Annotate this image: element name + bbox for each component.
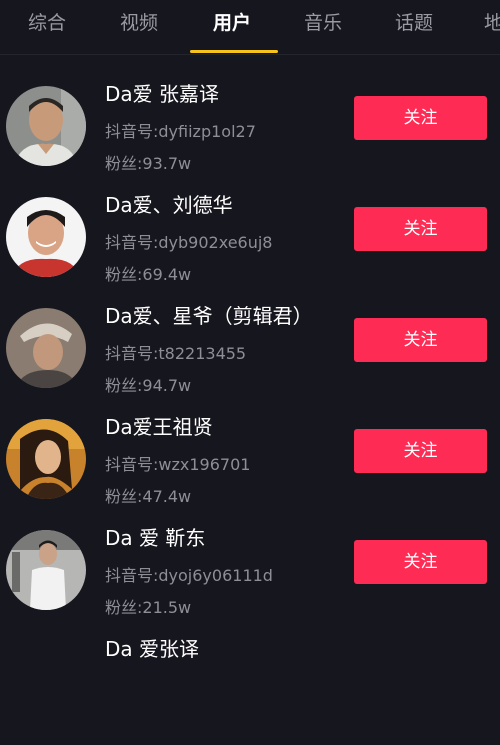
- user-list-item[interactable]: Da爱 张嘉译 抖音号:dyfiizp1ol27 粉丝:93.7w 关注: [0, 78, 500, 190]
- follow-button[interactable]: 关注: [354, 540, 487, 584]
- fan-count: 粉丝:21.5w: [105, 598, 192, 617]
- fan-count: 粉丝:94.7w: [105, 376, 192, 395]
- tab-music[interactable]: 音乐: [304, 8, 342, 35]
- tab-video[interactable]: 视频: [120, 8, 158, 35]
- fan-count: 粉丝:69.4w: [105, 265, 192, 284]
- fan-count: 粉丝:93.7w: [105, 154, 192, 173]
- user-list-item[interactable]: Da爱王祖贤 抖音号:wzx196701 粉丝:47.4w 关注: [0, 411, 500, 523]
- follow-button[interactable]: 关注: [354, 207, 487, 251]
- fan-count: 粉丝:47.4w: [105, 487, 192, 506]
- user-list-item[interactable]: Da爱、星爷（剪辑君） 抖音号:t82213455 粉丝:94.7w 关注: [0, 300, 500, 412]
- user-list-item[interactable]: Da 爱 靳东 抖音号:dyoj6y06111d 粉丝:21.5w 关注: [0, 522, 500, 634]
- user-list-item[interactable]: Da爱、刘德华 抖音号:dyb902xe6uj8 粉丝:69.4w 关注: [0, 189, 500, 301]
- douyin-id: 抖音号:dyfiizp1ol27: [105, 122, 256, 141]
- douyin-id: 抖音号:dyb902xe6uj8: [105, 233, 273, 252]
- tab-user[interactable]: 用户: [213, 8, 251, 35]
- follow-button[interactable]: 关注: [354, 429, 487, 473]
- user-name[interactable]: Da 爱 靳东: [105, 522, 205, 551]
- user-avatar[interactable]: [6, 197, 86, 277]
- tab-topic[interactable]: 话题: [395, 8, 433, 35]
- follow-button[interactable]: 关注: [354, 96, 487, 140]
- user-avatar[interactable]: [6, 86, 86, 166]
- douyin-id: 抖音号:dyoj6y06111d: [105, 566, 273, 585]
- user-list-item[interactable]: Da 爱张译: [0, 633, 500, 745]
- douyin-id: 抖音号:wzx196701: [105, 455, 251, 474]
- active-tab-indicator: [190, 50, 278, 53]
- user-name[interactable]: Da爱 张嘉译: [105, 78, 219, 107]
- tab-comprehensive[interactable]: 综合: [28, 8, 66, 35]
- user-name[interactable]: Da爱、星爷（剪辑君）: [105, 300, 313, 329]
- douyin-id: 抖音号:t82213455: [105, 344, 247, 363]
- search-category-tabs: 综合 视频 用户 音乐 话题 地: [0, 0, 500, 55]
- tab-location[interactable]: 地: [484, 8, 500, 35]
- user-name[interactable]: Da爱王祖贤: [105, 411, 213, 440]
- user-name[interactable]: Da爱、刘德华: [105, 189, 233, 218]
- user-avatar[interactable]: [6, 419, 86, 499]
- follow-button[interactable]: 关注: [354, 318, 487, 362]
- user-avatar[interactable]: [6, 308, 86, 388]
- user-avatar[interactable]: [6, 530, 86, 610]
